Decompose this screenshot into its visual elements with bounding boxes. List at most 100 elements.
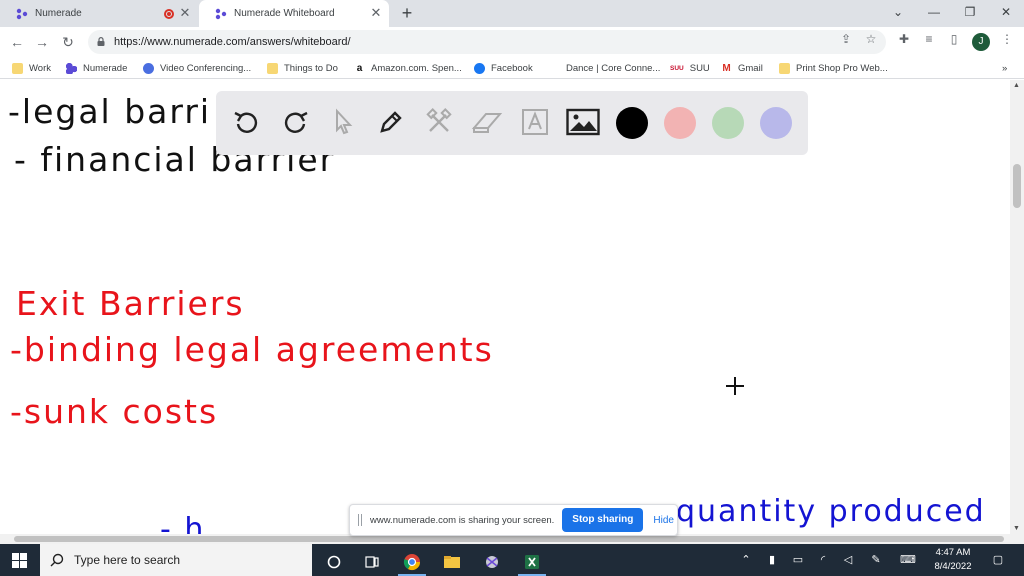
sharing-message: www.numerade.com is sharing your screen. xyxy=(370,514,555,526)
recording-icon xyxy=(164,9,174,19)
excel-icon[interactable] xyxy=(512,548,552,576)
bookmark-label: Facebook xyxy=(491,62,533,74)
bookmark-label: Print Shop Pro Web... xyxy=(796,62,888,74)
tab-label: Numerade Whiteboard xyxy=(234,8,335,19)
handwriting-quantity-produced: quantity produced xyxy=(676,494,986,529)
bookmark-label: Work xyxy=(29,62,51,74)
address-bar[interactable]: https://www.numerade.com/answers/whitebo… xyxy=(88,30,886,54)
file-explorer-icon[interactable] xyxy=(432,548,472,576)
facebook-icon xyxy=(474,62,485,74)
bookmark-label: SUU xyxy=(689,62,710,74)
menu-icon[interactable]: ⋮ xyxy=(999,31,1015,47)
handwriting-binding-legal-agreements: -binding legal agreements xyxy=(10,330,494,369)
folder-icon xyxy=(267,62,278,74)
back-button[interactable]: ← xyxy=(8,33,26,51)
screen-sharing-bar: www.numerade.com is sharing your screen.… xyxy=(349,504,678,536)
text-icon[interactable] xyxy=(518,105,552,139)
cortana-icon[interactable] xyxy=(314,548,354,576)
redo-icon[interactable] xyxy=(278,105,312,139)
clock-time: 4:47 AM xyxy=(935,547,971,558)
network-icon[interactable]: ▭ xyxy=(790,552,806,568)
lock-icon xyxy=(97,37,105,46)
scrollbar-thumb[interactable] xyxy=(14,536,1004,542)
wifi-icon[interactable]: ◜ xyxy=(815,552,831,568)
volume-icon[interactable]: ◁ xyxy=(840,552,856,568)
vertical-scrollbar[interactable]: ▲ ▼ xyxy=(1010,80,1024,534)
chevron-down-icon[interactable]: ⌄ xyxy=(880,0,916,27)
bookmark-gmail[interactable]: M Gmail xyxy=(721,60,763,76)
tab-label: Numerade xyxy=(35,8,82,19)
bookmark-facebook[interactable]: Facebook xyxy=(474,60,533,76)
bookmark-print-shop-pro[interactable]: Print Shop Pro Web... xyxy=(779,60,888,76)
search-placeholder: Type here to search xyxy=(74,553,181,567)
color-swatch-pink[interactable] xyxy=(664,107,696,139)
drag-handle-icon[interactable] xyxy=(358,514,362,526)
pointer-icon[interactable] xyxy=(326,105,360,139)
bookmark-label: Amazon.com. Spen... xyxy=(371,62,462,74)
bookmark-video-conferencing[interactable]: Video Conferencing... xyxy=(143,60,251,76)
color-swatch-lavender[interactable] xyxy=(760,107,792,139)
pen-settings-icon[interactable]: ✎ xyxy=(868,552,884,568)
profile-avatar[interactable]: J xyxy=(972,33,990,51)
forward-button[interactable]: → xyxy=(33,33,51,51)
tools-icon[interactable] xyxy=(422,105,456,139)
video-icon xyxy=(143,62,154,74)
numerade-icon xyxy=(215,8,227,20)
usb-icon[interactable]: ▮ xyxy=(764,552,780,568)
scroll-down-icon[interactable]: ▼ xyxy=(1013,525,1020,532)
eraser-icon[interactable] xyxy=(470,105,504,139)
taskbar-search[interactable]: Type here to search xyxy=(40,544,312,576)
bookmark-label: Dance | Core Conne... xyxy=(566,62,661,74)
close-tab-icon[interactable]: ✕ xyxy=(369,6,383,20)
tab-numerade[interactable]: Numerade ✕ xyxy=(0,0,198,27)
scroll-up-icon[interactable]: ▲ xyxy=(1013,82,1020,89)
more-bookmarks-button[interactable]: » xyxy=(1002,60,1007,76)
pen-icon[interactable] xyxy=(374,105,408,139)
keyboard-icon[interactable]: ⌨ xyxy=(900,552,916,568)
new-tab-button[interactable]: + xyxy=(398,4,416,22)
notifications-icon[interactable]: ▢ xyxy=(990,552,1006,568)
bookmark-amazon[interactable]: a Amazon.com. Spen... xyxy=(354,60,462,76)
bookmark-dance-core[interactable]: Dance | Core Conne... xyxy=(566,60,660,76)
image-icon[interactable] xyxy=(566,105,600,139)
color-swatch-black[interactable] xyxy=(616,107,648,139)
numerade-icon xyxy=(66,62,77,74)
minimize-button[interactable]: — xyxy=(916,0,952,27)
restore-button[interactable]: ❐ xyxy=(952,0,988,27)
side-panel-icon[interactable]: ▯ xyxy=(946,31,962,47)
whiteboard-canvas[interactable]: -legal barri - financial barrier Exit Ba… xyxy=(0,80,1024,544)
numerade-icon xyxy=(16,8,28,20)
color-swatch-green[interactable] xyxy=(712,107,744,139)
system-clock[interactable]: 4:47 AM 8/4/2022 xyxy=(924,546,982,574)
search-icon xyxy=(50,553,64,567)
browser-toolbar: ← → ↻ https://www.numerade.com/answers/w… xyxy=(0,27,1024,57)
close-window-button[interactable]: ✕ xyxy=(988,0,1024,27)
gmail-icon: M xyxy=(722,62,731,74)
task-view-icon[interactable] xyxy=(352,548,392,576)
hide-button[interactable]: Hide xyxy=(653,515,674,526)
stop-sharing-button[interactable]: Stop sharing xyxy=(562,508,644,532)
snipping-tool-icon[interactable] xyxy=(472,548,512,576)
bookmark-suu[interactable]: SUU SUU xyxy=(670,60,710,76)
whiteboard-toolbar xyxy=(216,91,808,155)
bookmark-numerade[interactable]: Numerade xyxy=(66,60,127,76)
bookmark-work[interactable]: Work xyxy=(12,60,51,76)
close-tab-icon[interactable]: ✕ xyxy=(178,6,192,20)
undo-icon[interactable] xyxy=(230,105,264,139)
extensions-icon[interactable]: ✚ xyxy=(896,31,912,47)
bookmark-label: Gmail xyxy=(738,62,763,74)
chrome-icon[interactable] xyxy=(392,548,432,576)
handwriting-sunk-costs: -sunk costs xyxy=(10,392,219,431)
chevron-up-icon[interactable]: ⌃ xyxy=(738,552,754,568)
start-button[interactable] xyxy=(0,544,38,576)
folder-icon xyxy=(12,62,23,74)
reading-list-icon[interactable]: ≡ xyxy=(921,31,937,47)
reload-button[interactable]: ↻ xyxy=(59,33,77,51)
scrollbar-thumb[interactable] xyxy=(1013,164,1021,208)
clock-date: 8/4/2022 xyxy=(934,561,972,572)
bookmark-star-icon[interactable]: ☆ xyxy=(863,31,879,47)
bookmarks-bar: Work Numerade Video Conferencing... Thin… xyxy=(0,57,1024,79)
tab-numerade-whiteboard[interactable]: Numerade Whiteboard ✕ xyxy=(199,0,389,27)
bookmark-things-to-do[interactable]: Things to Do xyxy=(267,60,338,76)
share-icon[interactable]: ⇪ xyxy=(838,31,854,47)
